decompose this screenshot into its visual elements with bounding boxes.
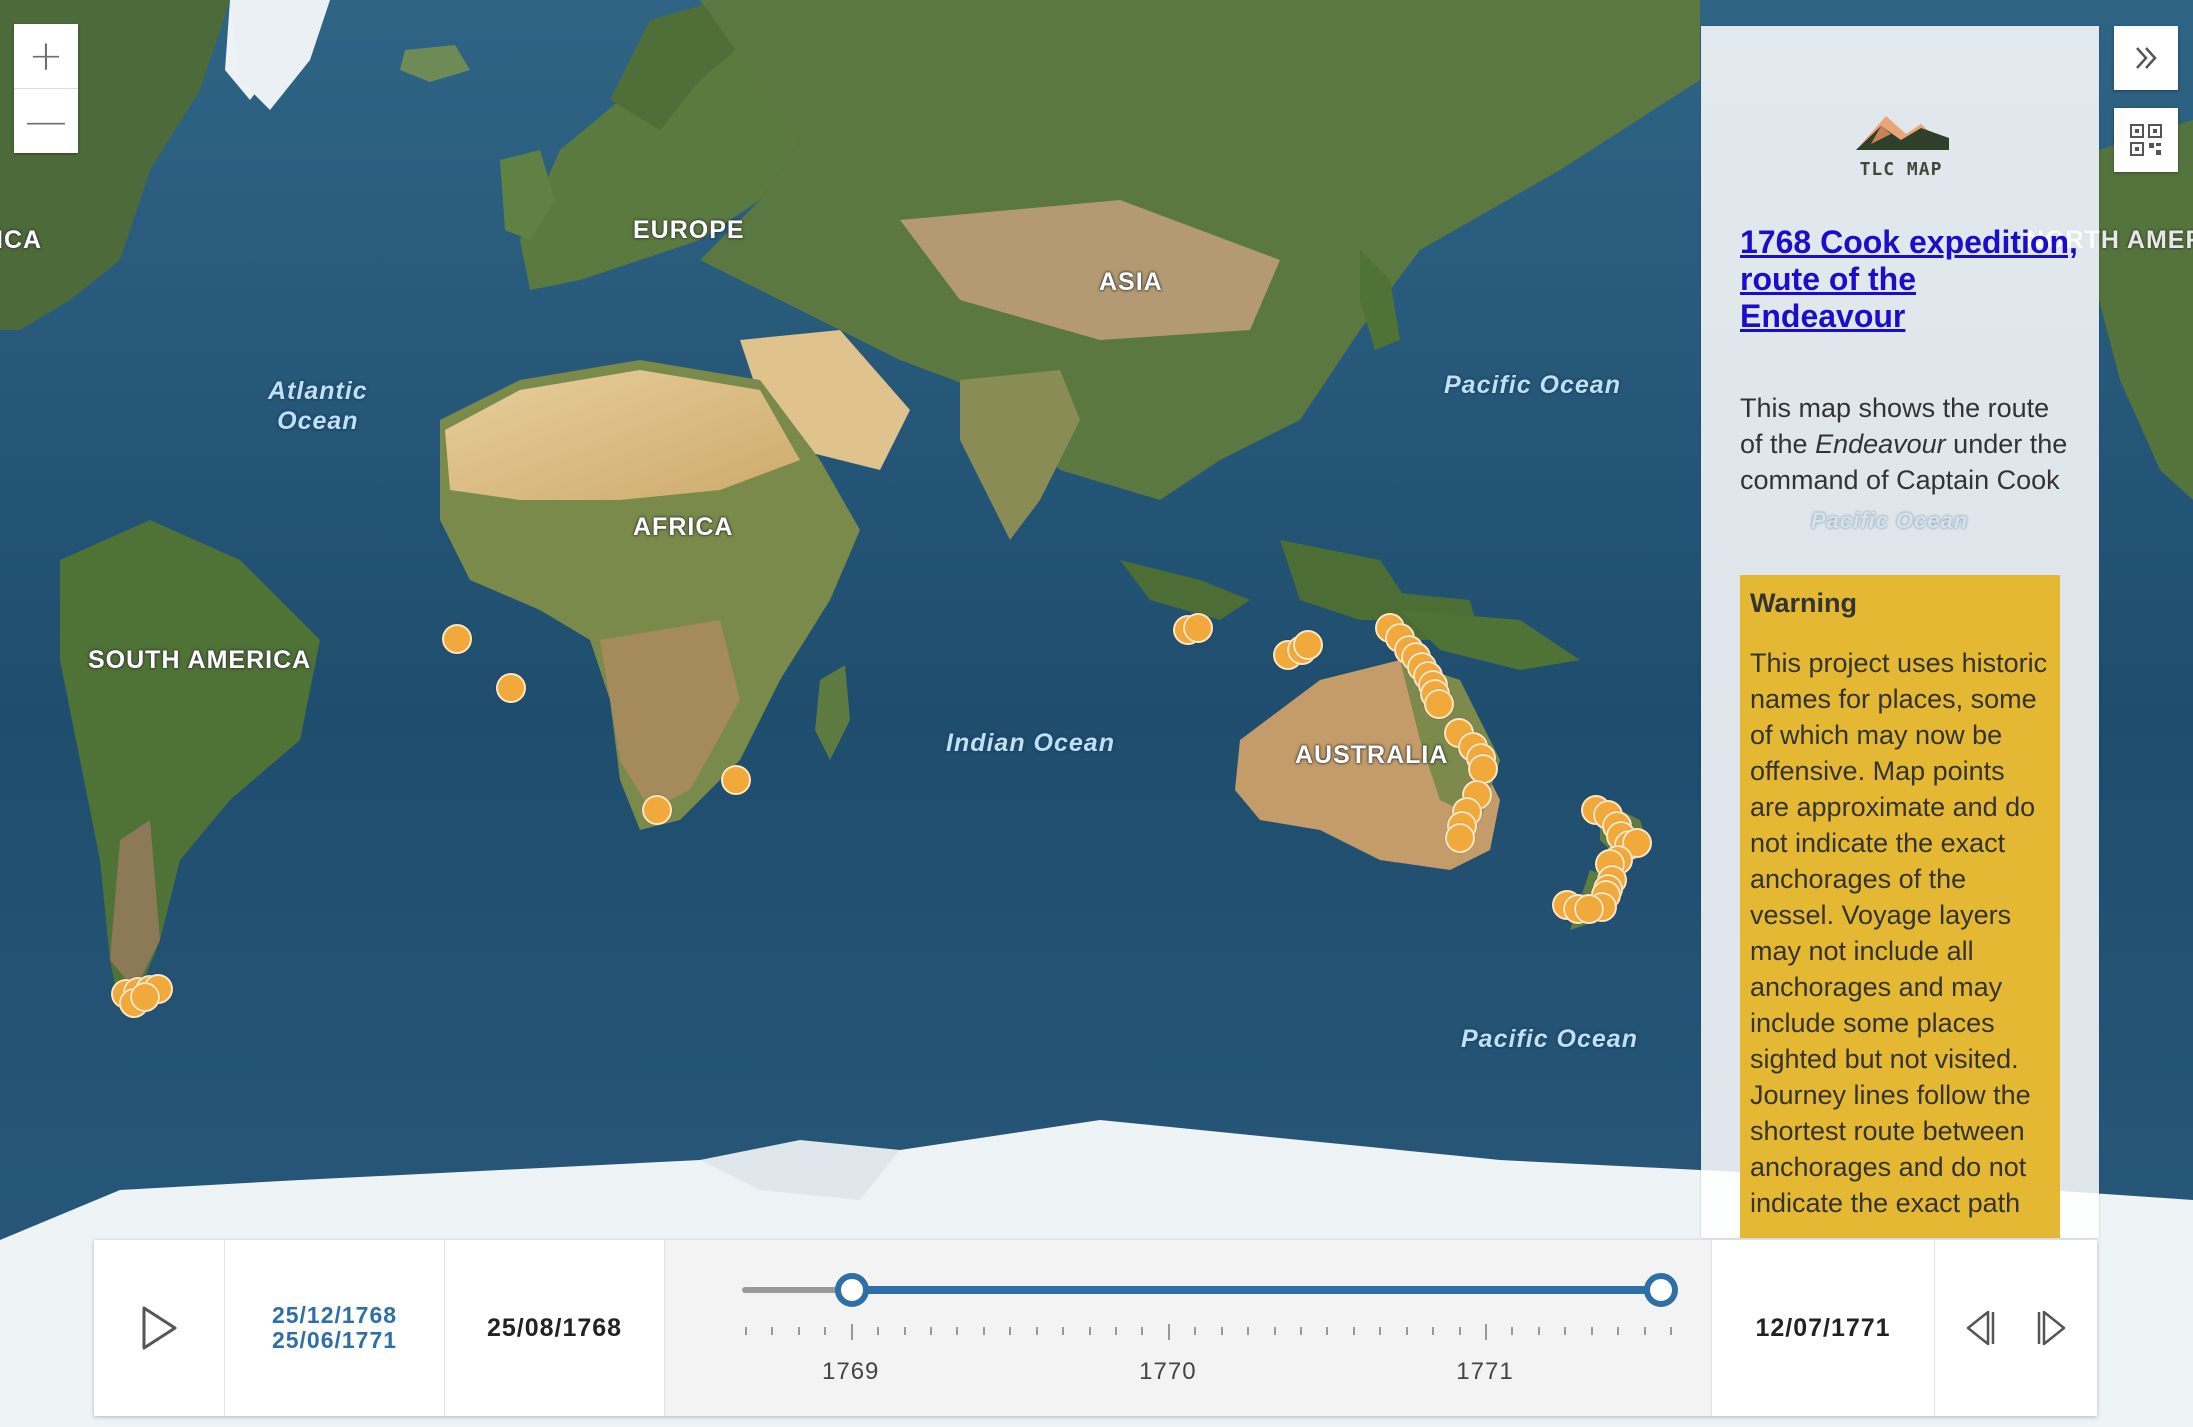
slider-minor-tick [1141, 1327, 1144, 1335]
step-back-icon[interactable] [1960, 1308, 1996, 1348]
ocean-line1: Atlantic [268, 377, 368, 405]
slider-minor-tick [903, 1327, 906, 1335]
slider-major-tick [850, 1324, 853, 1340]
slider-minor-tick [877, 1327, 880, 1335]
slider-track[interactable] [665, 1240, 1711, 1416]
voyage-point-marker[interactable] [1424, 689, 1454, 719]
map-label-pacific-ocean-south: Pacific Ocean [1461, 1025, 1638, 1053]
mountain-logo-icon [1856, 116, 1949, 150]
step-forward-icon[interactable] [2036, 1308, 2072, 1348]
map-label-asia: ASIA [1099, 268, 1163, 296]
play-button[interactable] [94, 1240, 225, 1416]
range-start-date: 25/12/1768 [271, 1302, 398, 1328]
slider-minor-tick [1405, 1327, 1408, 1335]
voyage-point-marker[interactable] [1183, 613, 1213, 643]
slider-major-tick [1485, 1324, 1487, 1340]
slider-minor-tick [745, 1327, 747, 1335]
slider-minor-tick [1062, 1327, 1065, 1335]
slider-minor-tick [1115, 1327, 1117, 1335]
slider-minor-tick [1643, 1327, 1646, 1335]
voyage-point-marker[interactable] [130, 982, 160, 1012]
slider-minor-tick [982, 1327, 985, 1335]
slider-start-handle[interactable] [835, 1273, 870, 1307]
selected-range-display: 25/12/1768 25/06/1771 [225, 1240, 445, 1416]
timeline-start-date: 25/08/1768 [445, 1240, 665, 1416]
slider-minor-tick [1352, 1327, 1355, 1335]
slider-minor-tick [1670, 1327, 1672, 1335]
slider-minor-tick [1009, 1327, 1012, 1335]
voyage-point-marker[interactable] [1574, 894, 1604, 924]
map-label-indian-ocean: Indian Ocean [946, 729, 1115, 757]
slider-year-label: 1771 [1456, 1358, 1514, 1385]
slider-minor-tick [1194, 1327, 1197, 1335]
slider-minor-tick [771, 1327, 774, 1335]
desc-ship-name: Endeavour [1815, 429, 1946, 459]
slider-minor-tick [1035, 1327, 1038, 1335]
info-panel: TLC MAP 1768 Cook expedition, route of t… [1701, 26, 2099, 1238]
slider-track-area[interactable]: 1769 1770 1771 [665, 1240, 1711, 1416]
slider-minor-tick [1537, 1327, 1540, 1335]
map-label-pacific-ocean-faded: Pacific Ocean [1811, 508, 1969, 533]
zoom-out-button[interactable]: — [14, 88, 78, 153]
range-end-date: 25/06/1771 [271, 1327, 398, 1353]
ocean-line2: Ocean [277, 407, 359, 435]
map-label-atlantic-ocean: Atlantic Ocean [268, 376, 368, 436]
map-label-australia: AUSTRALIA [1295, 741, 1449, 769]
map-label-pacific-ocean-north: Pacific Ocean [1444, 371, 1621, 399]
slider-minor-tick [1247, 1327, 1250, 1335]
voyage-point-marker[interactable] [1293, 630, 1323, 660]
voyage-point-marker[interactable] [496, 673, 526, 703]
slider-minor-tick [1458, 1327, 1461, 1335]
map-label-north-america-left: ICA [0, 226, 43, 254]
slider-minor-tick [1511, 1327, 1514, 1335]
slider-end-handle[interactable] [1643, 1273, 1678, 1307]
slider-year-label: 1770 [1139, 1358, 1197, 1385]
zoom-in-button[interactable]: + [14, 24, 78, 88]
warning-title: Warning [1750, 588, 1857, 618]
slider-major-tick [1167, 1324, 1170, 1340]
map-label-africa: AFRICA [633, 513, 734, 541]
zoom-control: + — [14, 24, 78, 153]
slider-minor-tick [1220, 1327, 1223, 1335]
slider-minor-tick [1379, 1327, 1382, 1335]
warning-text: This project uses historic names for pla… [1750, 648, 2048, 1218]
slider-year-label: 1769 [822, 1358, 880, 1385]
map-label-south-america: SOUTH AMERICA [88, 646, 312, 674]
slider-minor-tick [1300, 1327, 1302, 1335]
slider-minor-tick [1088, 1327, 1091, 1335]
slider-minor-tick [1432, 1327, 1435, 1335]
slider-minor-tick [1273, 1327, 1276, 1335]
slider-minor-tick [824, 1327, 827, 1335]
slider-minor-tick [1564, 1327, 1567, 1335]
panel-description: This map shows the route of the Endeavou… [1740, 390, 2070, 498]
expand-panel-button[interactable] [2114, 26, 2178, 90]
time-slider: 25/12/1768 25/06/1771 25/08/1768 1769 177… [94, 1240, 2097, 1416]
voyage-point-marker[interactable] [721, 765, 751, 795]
voyage-point-marker[interactable] [1445, 823, 1475, 853]
play-icon [142, 1306, 177, 1350]
slider-minor-tick [956, 1327, 959, 1335]
slider-minor-tick [1590, 1327, 1593, 1335]
slider-minor-tick [930, 1327, 932, 1335]
logo-text: TLC MAP [1859, 159, 1943, 180]
step-controls [1935, 1240, 2097, 1416]
warning-box: Warning This project uses historic names… [1740, 575, 2060, 1238]
qr-code-icon [2130, 124, 2162, 156]
voyage-point-marker[interactable] [442, 624, 472, 654]
slider-minor-tick [1617, 1327, 1620, 1335]
slider-minor-tick [1326, 1327, 1329, 1335]
map-label-europe: EUROPE [633, 216, 745, 244]
voyage-point-marker[interactable] [642, 795, 672, 825]
timeline-end-date: 12/07/1771 [1711, 1240, 1935, 1416]
qr-code-button[interactable] [2114, 108, 2178, 172]
tlc-map-logo: TLC MAP [1846, 108, 1956, 180]
slider-minor-tick [797, 1327, 800, 1335]
double-chevron-right-icon [2136, 47, 2157, 69]
panel-title-link[interactable]: 1768 Cook expedition, route of the Endea… [1740, 224, 2080, 335]
